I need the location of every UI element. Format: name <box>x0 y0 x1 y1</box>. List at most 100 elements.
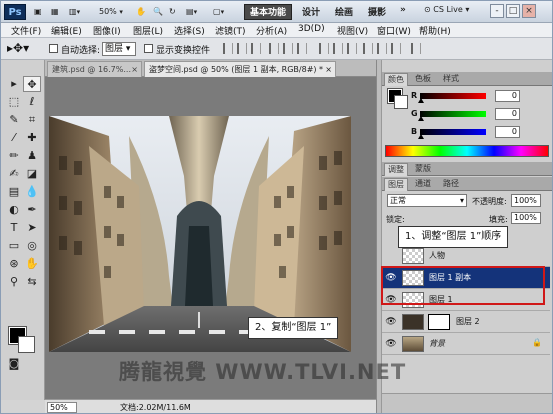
channel-g-value[interactable]: 0 <box>495 108 520 120</box>
document-size-info[interactable]: 文档:2.02M/11.6M <box>120 402 191 413</box>
pen-tool-icon[interactable]: ✒ <box>23 202 41 218</box>
extras-icon[interactable]: ▥▾ <box>69 5 80 19</box>
menu-analysis[interactable]: 分析(A) <box>256 24 287 37</box>
tab-swatches[interactable]: 色板 <box>412 73 434 86</box>
align-left-icon[interactable] <box>269 43 279 54</box>
distribute-left-icon[interactable] <box>363 43 373 54</box>
bridge-icon[interactable]: ▣ <box>34 5 42 19</box>
cs-live-button[interactable]: ⊙ CS Live ▾ <box>424 5 469 14</box>
crop-tool-icon[interactable]: ⌗ <box>23 112 41 128</box>
workspace-more-button[interactable]: » <box>400 5 406 15</box>
tab-masks[interactable]: 蒙版 <box>412 163 434 176</box>
menu-help[interactable]: 帮助(H) <box>419 24 451 37</box>
align-bottom-icon[interactable] <box>251 43 261 54</box>
menu-filter[interactable]: 滤镜(T) <box>215 24 246 37</box>
menu-edit[interactable]: 编辑(E) <box>51 24 82 37</box>
zoom-level-field[interactable]: 50% <box>47 402 77 413</box>
distribute-right-icon[interactable] <box>391 43 401 54</box>
tab-styles[interactable]: 样式 <box>440 73 462 86</box>
marquee-tool-icon[interactable]: ⬚ <box>5 94 23 110</box>
channel-b-slider[interactable] <box>420 129 486 135</box>
menu-layer[interactable]: 图层(L) <box>133 24 163 37</box>
channel-b-value[interactable]: 0 <box>495 126 520 138</box>
clone-stamp-tool-icon[interactable]: ♟ <box>23 148 41 164</box>
eraser-tool-icon[interactable]: ◪ <box>23 166 41 182</box>
channel-b-thumb[interactable] <box>418 134 424 139</box>
switch-colors-icon[interactable]: ⇆ <box>23 274 41 290</box>
eye-icon[interactable]: 👁 <box>384 338 398 350</box>
hand-tool-icon[interactable]: ✋ <box>136 5 146 19</box>
menu-image[interactable]: 图像(I) <box>93 24 121 37</box>
opacity-field[interactable]: 100% <box>511 194 541 207</box>
move-tool-alt-icon[interactable]: ✥ <box>23 76 41 92</box>
quick-select-tool-icon[interactable]: ✎ <box>5 112 23 128</box>
arrange-documents-icon[interactable]: ▤▾ <box>186 5 197 19</box>
zoom-percent-select[interactable]: 50% ▾ <box>99 5 123 19</box>
workspace-design-button[interactable]: 设计 <box>302 5 320 18</box>
close-tab-icon[interactable]: × <box>131 62 138 77</box>
layer-row-person[interactable]: 人物 <box>382 245 550 267</box>
distribute-vcenter-icon[interactable] <box>333 43 343 54</box>
visibility-toggle[interactable] <box>384 250 398 262</box>
channel-g-slider[interactable] <box>420 111 486 117</box>
minibridge-icon[interactable]: ▦ <box>51 5 59 19</box>
auto-align-icon[interactable] <box>411 43 421 54</box>
background-color-swatch[interactable] <box>18 336 35 353</box>
dodge-tool-icon[interactable]: ◐ <box>5 202 23 218</box>
tab-document-inception[interactable]: 盗梦空间.psd @ 50% (图层 1 副本, RGB/8#) * × <box>144 61 336 77</box>
color-spectrum-bar[interactable] <box>385 145 549 157</box>
zoom-tool-icon[interactable]: 🔍 <box>153 5 163 19</box>
lasso-tool-icon[interactable]: ℓ <box>23 94 41 110</box>
workspace-photography-button[interactable]: 摄影 <box>368 5 386 18</box>
fill-field[interactable]: 100% <box>511 212 541 224</box>
brush-tool-icon[interactable]: ✏ <box>5 148 23 164</box>
screen-mode-icon[interactable]: ▢▾ <box>213 5 224 19</box>
eye-icon[interactable]: 👁 <box>384 316 398 328</box>
tab-channels[interactable]: 通道 <box>412 178 434 191</box>
path-selection-tool-icon[interactable]: ➤ <box>23 220 41 236</box>
workspace-painting-button[interactable]: 绘画 <box>335 5 353 18</box>
3d-rotate-tool-icon[interactable]: ◎ <box>23 238 41 254</box>
tab-color[interactable]: 颜色 <box>384 73 408 86</box>
show-transform-checkbox[interactable] <box>144 44 153 53</box>
3d-camera-tool-icon[interactable]: ⊛ <box>5 256 23 272</box>
zoom-tool-box-icon[interactable]: ⚲ <box>5 274 23 290</box>
menu-view[interactable]: 视图(V) <box>337 24 368 37</box>
blur-tool-icon[interactable]: 💧 <box>23 184 41 200</box>
auto-select-checkbox[interactable] <box>49 44 58 53</box>
close-button[interactable]: × <box>522 4 536 18</box>
menu-3d[interactable]: 3D(D) <box>298 24 325 34</box>
tab-adjustments[interactable]: 调整 <box>384 163 408 176</box>
canvas-area[interactable]: 2、复制“图层 1” <box>45 77 376 399</box>
distribute-bottom-icon[interactable] <box>347 43 357 54</box>
tab-paths[interactable]: 路径 <box>440 178 462 191</box>
rotate-view-icon[interactable]: ↻ <box>169 5 176 19</box>
color-panel-background-swatch[interactable] <box>394 95 408 109</box>
close-tab-icon[interactable]: × <box>325 62 332 77</box>
maximize-button[interactable]: □ <box>506 4 520 18</box>
workspace-essentials-button[interactable]: 基本功能 <box>244 4 292 20</box>
gradient-tool-icon[interactable]: ▤ <box>5 184 23 200</box>
layer-row-background[interactable]: 👁 背景 🔒 <box>382 333 550 355</box>
align-top-icon[interactable] <box>223 43 233 54</box>
distribute-top-icon[interactable] <box>319 43 329 54</box>
channel-r-value[interactable]: 0 <box>495 90 520 102</box>
shape-tool-icon[interactable]: ▭ <box>5 238 23 254</box>
channel-g-thumb[interactable] <box>418 116 424 121</box>
minimize-button[interactable]: - <box>490 4 504 18</box>
history-brush-tool-icon[interactable]: ✍ <box>5 166 23 182</box>
align-hcenter-icon[interactable] <box>283 43 293 54</box>
blend-mode-dropdown[interactable]: 正常 ▾ <box>387 194 467 207</box>
tab-layers[interactable]: 图层 <box>384 178 408 191</box>
eyedropper-tool-icon[interactable]: ⁄ <box>5 130 23 146</box>
healing-brush-tool-icon[interactable]: ✚ <box>23 130 41 146</box>
move-tool-preset-icon[interactable]: ▸✥▾ <box>7 41 29 55</box>
quick-mask-icon[interactable]: ◙ <box>5 356 23 372</box>
menu-select[interactable]: 选择(S) <box>174 24 205 37</box>
channel-r-thumb[interactable] <box>418 98 424 103</box>
layer-row-layer2[interactable]: 👁 图层 2 <box>382 311 550 333</box>
layer-mask-thumbnail[interactable] <box>428 314 450 330</box>
channel-r-slider[interactable] <box>420 93 486 99</box>
hand-tool-box-icon[interactable]: ✋ <box>23 256 41 272</box>
menu-file[interactable]: 文件(F) <box>11 24 41 37</box>
